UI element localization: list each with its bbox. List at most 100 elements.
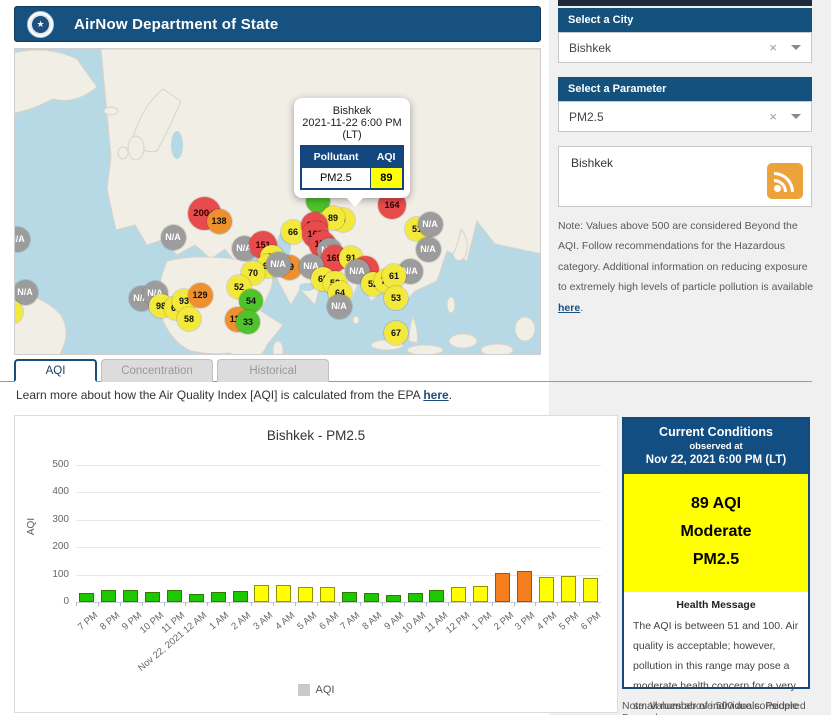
aqi-bar[interactable] (560, 576, 576, 602)
popup-table: Pollutant AQI PM2.5 89 (300, 145, 404, 190)
parameter-select[interactable]: PM2.5 × (558, 101, 812, 132)
aqi-bar[interactable] (582, 577, 598, 602)
x-tick-mark (491, 602, 493, 606)
aqi-bar[interactable] (495, 573, 511, 602)
aqi-bar[interactable] (79, 592, 95, 602)
learn-more-body: Learn more about how the Air Quality Ind… (16, 388, 424, 402)
clear-parameter-icon[interactable]: × (769, 109, 777, 124)
aqi-bar[interactable] (473, 586, 489, 602)
conditions-aqi-value: 89 AQI (690, 495, 742, 512)
x-tick-mark (382, 602, 384, 606)
x-tick-label: 1 PM (469, 610, 494, 633)
x-tick-mark (294, 602, 296, 606)
x-tick-mark (447, 602, 449, 606)
y-tick-label: 200 (52, 541, 69, 553)
y-tick-label: 400 (52, 486, 69, 498)
aqi-bar[interactable] (429, 590, 445, 602)
x-tick-mark (338, 602, 340, 606)
x-tick-label: 7 AM (338, 610, 363, 633)
x-tick-mark (229, 602, 231, 606)
x-tick-mark (272, 602, 274, 606)
conditions-observed-label: observed at (689, 441, 743, 452)
aqi-marker[interactable]: N/A (265, 251, 291, 277)
app-header: ★ AirNow Department of State (14, 6, 541, 42)
learn-more-text: Learn more about how the Air Quality Ind… (16, 388, 452, 402)
chevron-down-icon[interactable] (791, 45, 801, 50)
learn-more-period: . (448, 388, 453, 402)
aqi-marker[interactable]: N/A (415, 236, 441, 262)
gridline (76, 492, 601, 494)
world-aqi-map[interactable]: 200+138N/AN/AN/A9N/AN/A98649312958N/A151… (14, 48, 541, 355)
aqi-marker[interactable]: N/A (15, 279, 38, 305)
aqi-bar[interactable] (232, 590, 248, 602)
x-tick-label: 5 AM (295, 610, 319, 633)
state-department-seal-icon: ★ (27, 10, 54, 38)
aqi-marker[interactable]: 129 (187, 282, 213, 308)
x-tick-label: 8 AM (360, 610, 385, 633)
rss-city-title: Bishkek (571, 156, 614, 170)
aqi-marker[interactable]: 58 (177, 307, 201, 331)
aqi-bar[interactable] (320, 586, 336, 602)
health-message-header: Health Message (676, 599, 756, 611)
aqi-marker[interactable]: 53 (384, 286, 408, 310)
aqi-bar[interactable] (385, 595, 401, 602)
gridline (76, 465, 601, 466)
aqi-marker[interactable]: 138 (206, 208, 232, 234)
top-dark-strip (558, 0, 812, 6)
popup-city: Bishkek (332, 105, 372, 117)
note-here-link[interactable]: here (558, 302, 580, 314)
aqi-bar[interactable] (145, 592, 161, 602)
city-select-value: Bishkek (569, 40, 612, 55)
chart-title: Bishkek - PM2.5 (266, 428, 366, 443)
x-tick-mark (513, 602, 515, 606)
aqi-bar[interactable] (188, 593, 204, 602)
aqi-marker[interactable]: N/A (326, 293, 352, 319)
x-tick-mark (426, 602, 427, 606)
rss-feed-box: Bishkek (558, 146, 812, 207)
conditions-category: Moderate (680, 523, 752, 540)
y-tick-label: 0 (63, 596, 69, 607)
rss-icon[interactable] (767, 163, 803, 199)
aqi-bar[interactable] (276, 584, 292, 602)
x-tick-label: 10 PM (137, 610, 166, 637)
aqi-bar[interactable] (298, 587, 314, 602)
conditions-parameter: PM2.5 (692, 551, 740, 568)
tab-historical[interactable]: Historical (217, 359, 329, 382)
city-widget: Select a City Bishkek × (558, 8, 812, 63)
x-tick-label: 1 AM (207, 610, 232, 633)
aqi-bar[interactable] (363, 593, 379, 602)
aqi-bar[interactable] (516, 571, 532, 602)
conditions-datetime: Nov 22, 2021 6:00 PM (LT) (645, 454, 787, 466)
epa-here-link[interactable]: here (423, 388, 448, 402)
current-conditions-header: Current Conditions observed at Nov 22, 2… (624, 419, 808, 474)
chevron-down-icon[interactable] (791, 114, 801, 119)
clear-city-icon[interactable]: × (769, 40, 777, 55)
city-select[interactable]: Bishkek × (558, 32, 812, 63)
health-message-section: Health Message The AQI is between 51 and… (624, 592, 808, 715)
chart-y-axis-label: AQI (26, 517, 38, 536)
x-tick-mark (141, 602, 143, 606)
x-tick-label: 5 PM (557, 610, 582, 633)
x-tick-mark (207, 602, 209, 606)
aqi-bar[interactable] (101, 589, 117, 602)
x-tick-label: 2 AM (229, 610, 254, 633)
x-tick-mark (535, 602, 537, 606)
aqi-marker[interactable]: 33 (236, 310, 260, 334)
tab-concentration[interactable]: Concentration (101, 359, 213, 382)
aqi-bar[interactable] (166, 590, 182, 602)
aqi-marker[interactable]: N/A (417, 211, 443, 237)
legend-swatch (297, 684, 310, 696)
aqi-bar[interactable] (254, 585, 270, 602)
aqi-bar[interactable] (210, 591, 226, 602)
aqi-marker[interactable]: 67 (384, 321, 408, 345)
aqi-marker[interactable]: 61 (382, 264, 406, 288)
aqi-bar[interactable] (538, 576, 554, 602)
aqi-bar[interactable] (123, 590, 139, 602)
gridline (76, 547, 601, 549)
aqi-bar[interactable] (341, 591, 357, 602)
note-period: . (580, 301, 584, 314)
tab-aqi[interactable]: AQI (14, 359, 97, 382)
aqi-bar[interactable] (451, 587, 467, 602)
aqi-marker[interactable]: N/A (160, 224, 186, 250)
aqi-bar[interactable] (407, 592, 423, 602)
